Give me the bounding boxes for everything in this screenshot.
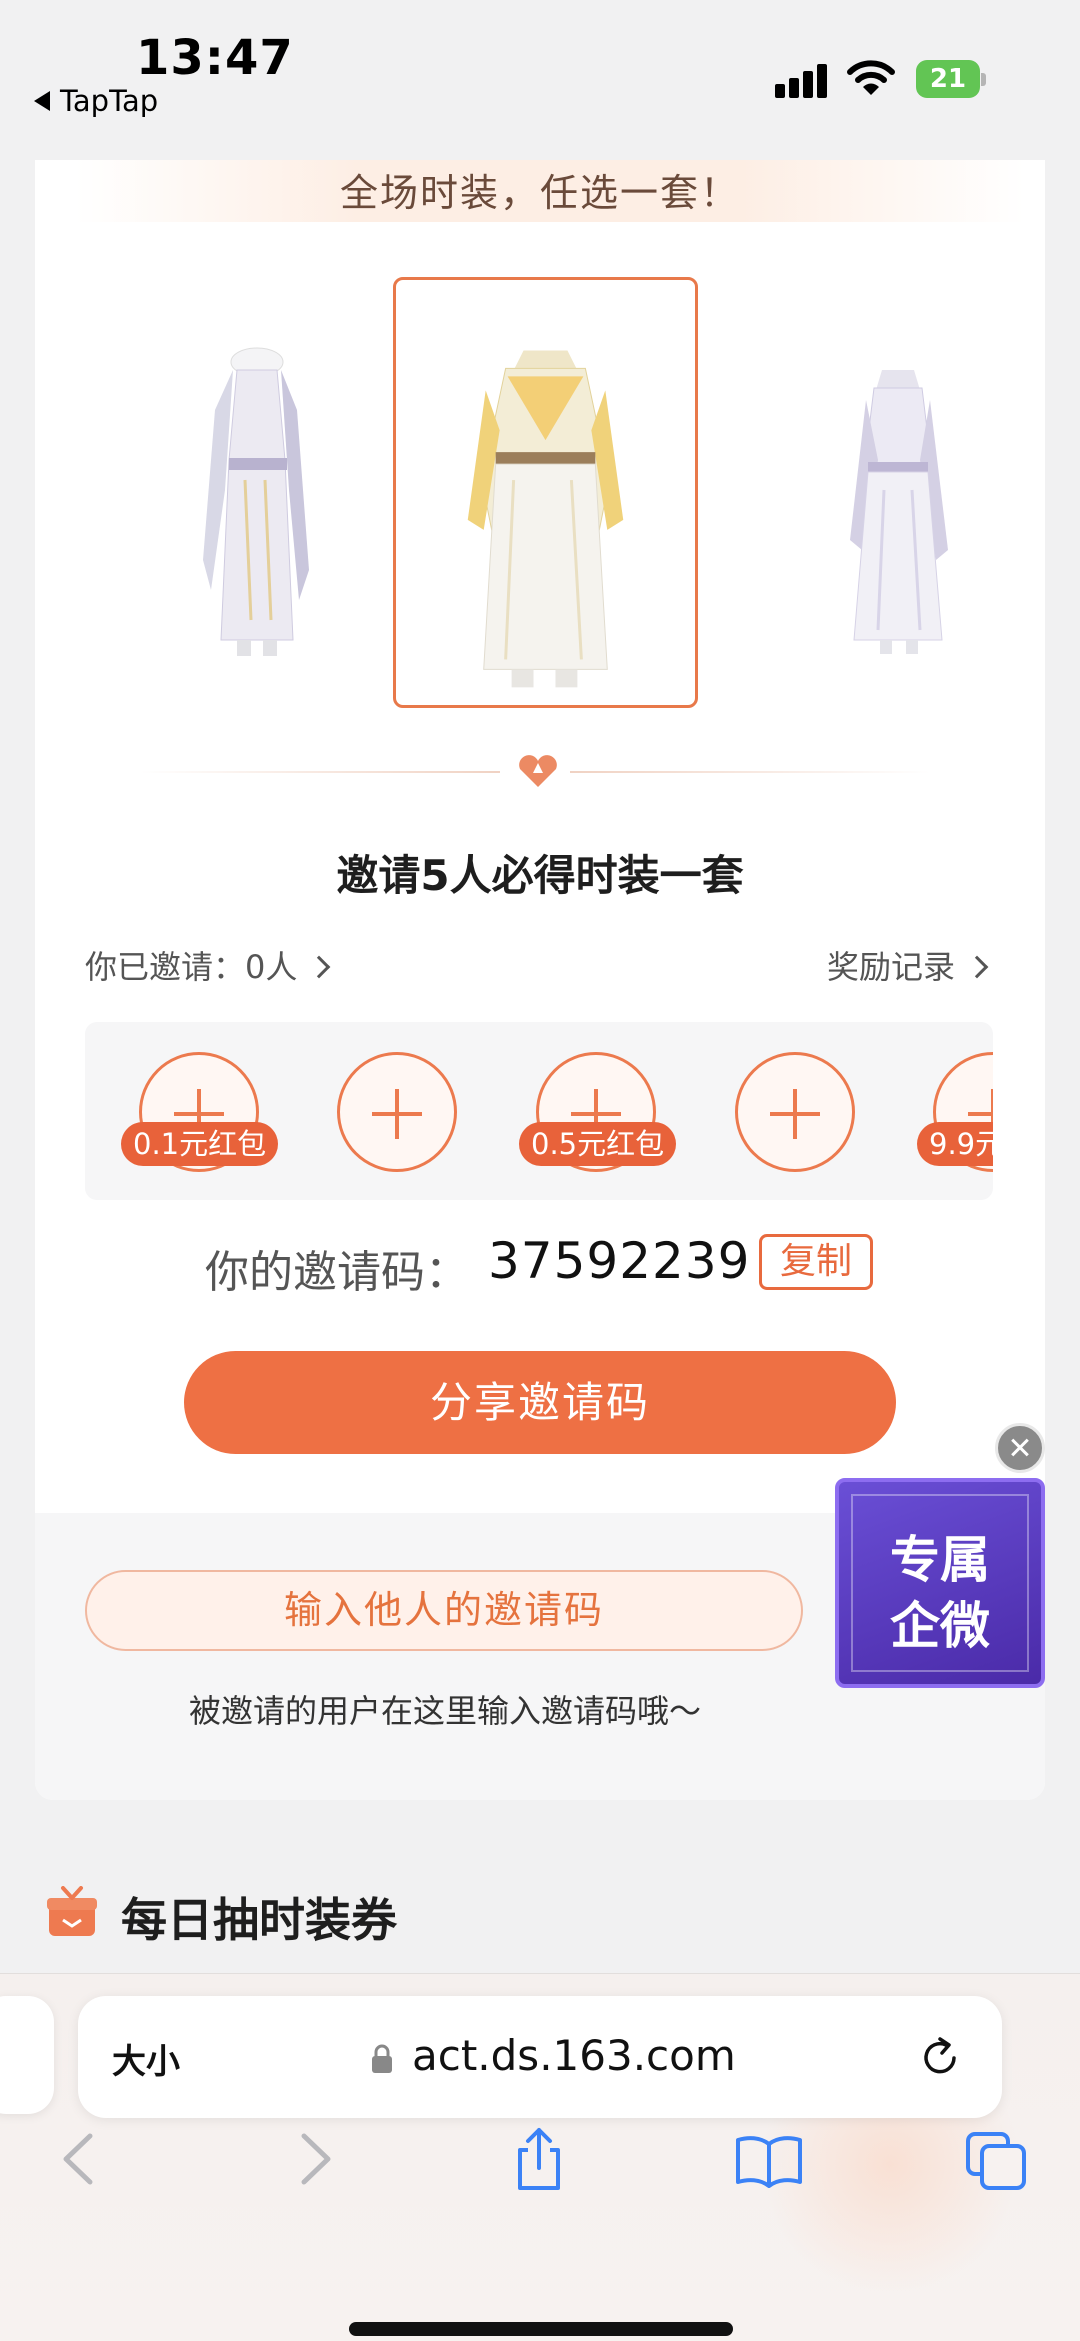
divider-left <box>140 771 500 773</box>
share-icon[interactable] <box>504 2124 574 2194</box>
text-size-button[interactable]: 大小 <box>112 2034 180 2083</box>
daily-section-title: 每日抽时装券 <box>121 1893 397 1947</box>
invite-title: 邀请5人必得时装一套 <box>336 851 744 900</box>
slot-reward-tag: 0.5元红包 <box>519 1122 677 1166</box>
invite-slot-2[interactable] <box>337 1052 457 1172</box>
copy-button[interactable]: 复制 <box>759 1234 873 1290</box>
chevron-right-icon <box>965 955 989 979</box>
invite-code-label: 你的邀请码： <box>205 1247 469 1298</box>
share-code-button[interactable]: 分享邀请码 <box>184 1351 896 1454</box>
status-time: 13:47 <box>136 30 294 86</box>
back-icon[interactable] <box>46 2124 116 2194</box>
divider-right <box>570 771 930 773</box>
address-bar[interactable]: 大小 act.ds.163.com <box>78 1996 1002 2118</box>
reward-record-link[interactable]: 奖励记录 <box>826 942 989 988</box>
invite-code-row: 你的邀请码： 37592239 复制 <box>35 1226 1045 1306</box>
tabs-icon[interactable] <box>962 2124 1032 2194</box>
invited-count-label: 你已邀请：0人 <box>85 948 298 986</box>
outfit-image <box>467 350 624 688</box>
wecom-floating-badge[interactable]: 专属 企微 <box>835 1478 1045 1688</box>
forward-icon[interactable] <box>278 2124 348 2194</box>
browser-toolbar: 大小 act.ds.163.com <box>0 1973 1080 2341</box>
home-indicator <box>349 2322 733 2336</box>
battery-level: 21 <box>916 60 980 98</box>
invite-slots: 0.1元红包 0.5元红包 9.9元 <box>85 1022 993 1200</box>
badge-line-2: 企微 <box>890 1596 990 1655</box>
battery-icon: 21 <box>916 60 986 98</box>
reload-icon[interactable] <box>916 2034 964 2082</box>
back-app-label: TapTap <box>60 84 159 118</box>
badge-line-1: 专属 <box>890 1530 990 1589</box>
url-text: act.ds.163.com <box>412 2031 736 2080</box>
bookmarks-icon[interactable] <box>734 2124 804 2194</box>
invite-code-value: 37592239 <box>488 1232 751 1290</box>
outfit-option-1[interactable] <box>110 340 400 660</box>
enter-code-button[interactable]: 输入他人的邀请码 <box>85 1570 803 1651</box>
reward-record-label: 奖励记录 <box>826 948 955 986</box>
previous-tab[interactable] <box>0 1996 54 2114</box>
outfit-image <box>203 347 309 656</box>
outfit-option-3[interactable] <box>753 350 1043 670</box>
slot-reward-tag: 0.1元红包 <box>121 1122 279 1166</box>
close-badge-icon[interactable] <box>995 1423 1045 1473</box>
heart-ornament-icon <box>519 755 557 787</box>
slot-reward-tag: 9.9元 <box>917 1122 993 1166</box>
invited-count-link[interactable]: 你已邀请：0人 <box>85 942 331 988</box>
outfit-image <box>850 370 948 654</box>
outfit-option-2-selected[interactable] <box>393 277 698 708</box>
banner-text: 全场时装，任选一套！ <box>339 171 740 215</box>
wifi-icon <box>847 60 895 95</box>
status-bar: 13:47 TapTap 21 <box>0 0 1080 160</box>
invite-slot-4[interactable] <box>735 1052 855 1172</box>
lock-icon <box>372 2044 392 2073</box>
gift-icon <box>47 1886 97 1936</box>
cellular-signal-icon <box>775 62 829 98</box>
enter-code-hint: 被邀请的用户在这里输入邀请码哦～ <box>188 1692 701 1730</box>
back-arrow-icon <box>34 91 50 111</box>
chevron-right-icon <box>308 955 331 979</box>
back-to-app-link[interactable]: TapTap <box>34 84 158 118</box>
